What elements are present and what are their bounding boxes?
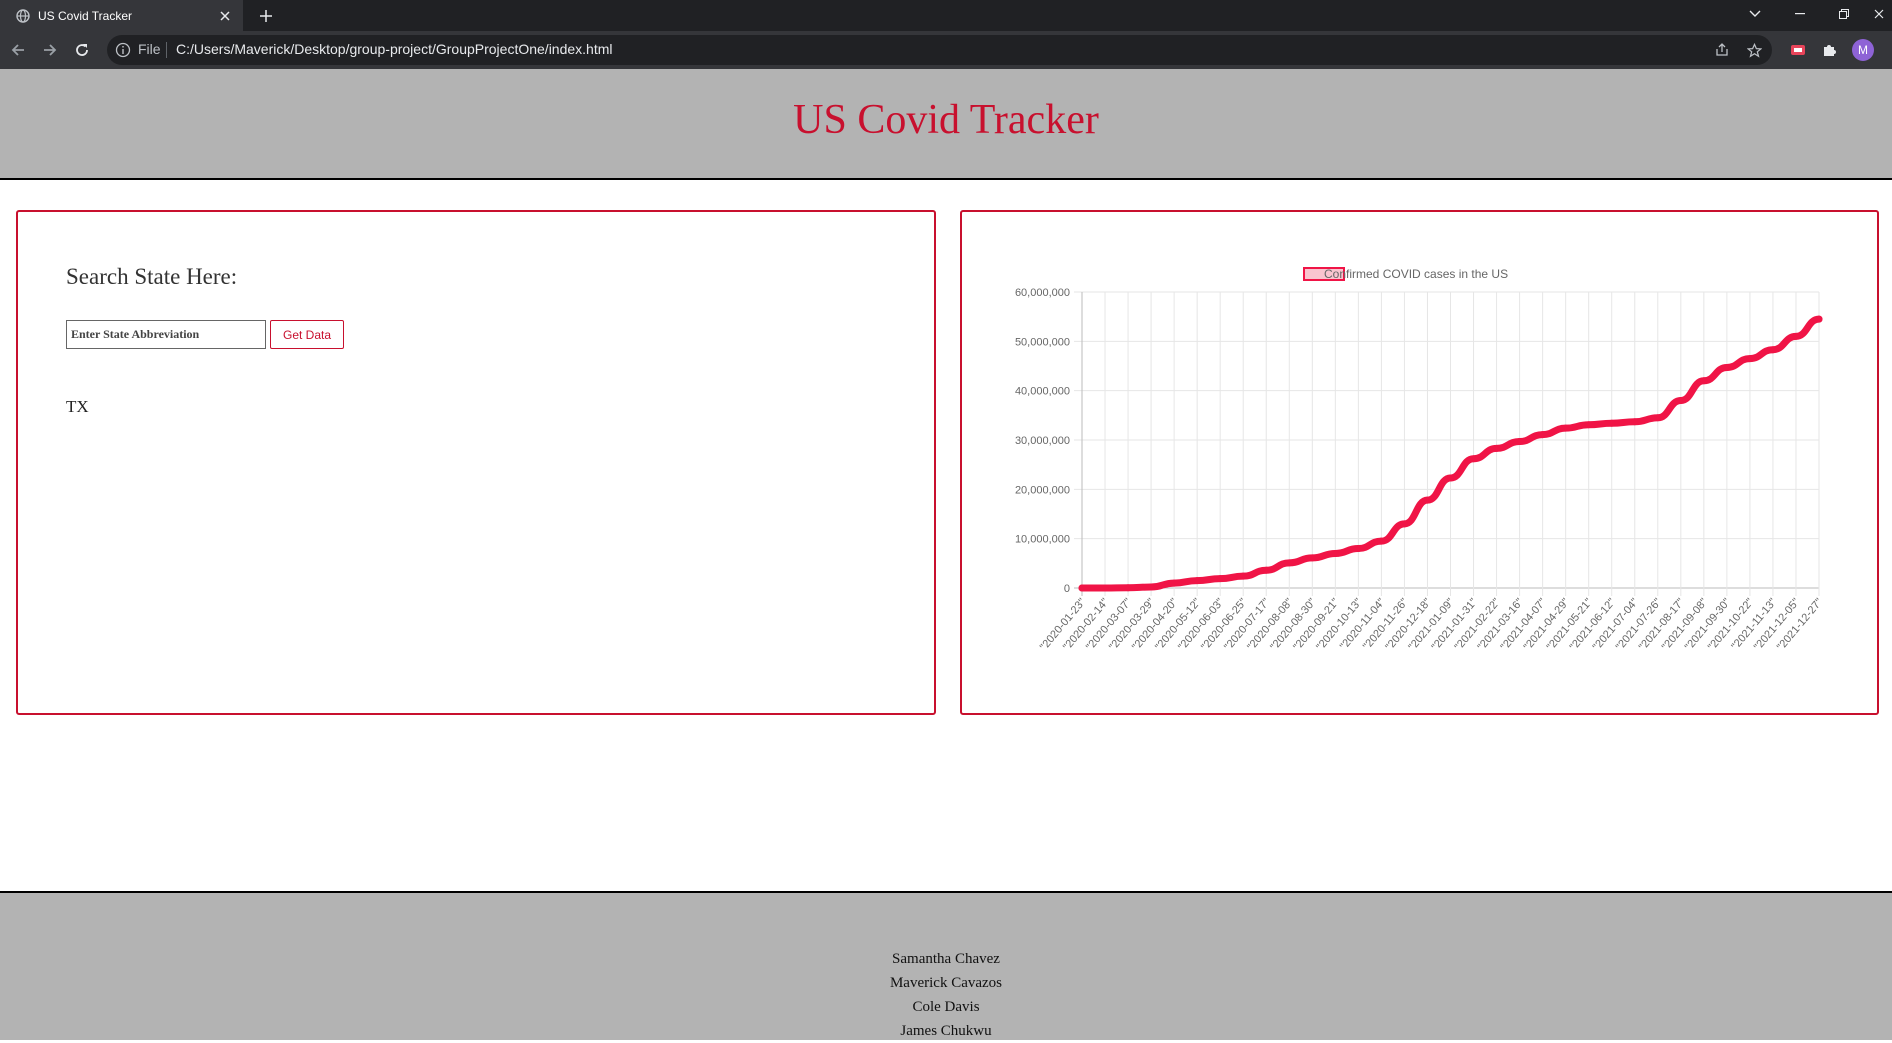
chart-grid [1074, 291, 1820, 596]
minimize-icon[interactable] [1782, 0, 1818, 28]
data-point [1147, 583, 1155, 591]
url-separator [166, 42, 167, 58]
data-point [1493, 444, 1501, 452]
credit-name: Cole Davis [912, 999, 980, 1015]
tab-title: US Covid Tracker [38, 8, 133, 23]
browser-tab-strip: US Covid Tracker [0, 0, 1892, 31]
close-tab-icon[interactable] [217, 8, 233, 24]
y-tick-label: 50,000,000 [1015, 336, 1070, 348]
data-point [1815, 315, 1823, 323]
browser-tab[interactable]: US Covid Tracker [0, 0, 243, 31]
share-icon[interactable] [1714, 42, 1730, 58]
search-label: Search State Here: [66, 264, 238, 289]
data-point [1193, 577, 1201, 585]
chart-panel: Confirmed COVID cases in the US 0 10,000,… [960, 210, 1879, 715]
y-tick-label: 60,000,000 [1015, 287, 1070, 299]
credit-name: James Chukwu [900, 1023, 992, 1039]
globe-icon [16, 8, 30, 23]
data-point [1170, 579, 1178, 587]
data-point [1377, 537, 1385, 545]
covid-cases-chart: Confirmed COVID cases in the US 0 10,000,… [1015, 267, 1825, 653]
data-point [1262, 566, 1270, 574]
data-point [1124, 584, 1132, 592]
data-point [1608, 419, 1616, 427]
data-point [1354, 545, 1362, 553]
get-data-button[interactable]: Get Data [270, 320, 344, 349]
data-point [1101, 584, 1109, 592]
page-header: US Covid Tracker [0, 69, 1892, 180]
back-arrow-icon[interactable] [6, 38, 30, 62]
address-bar[interactable]: File C:/Users/Maverick/Desktop/group-pro… [107, 35, 1772, 65]
state-input[interactable] [66, 320, 266, 349]
reload-icon[interactable] [70, 38, 94, 62]
y-tick-label: 10,000,000 [1015, 534, 1070, 546]
x-axis-ticks: "2020-01-23""2020-02-14""2020-03-07""202… [1038, 596, 1825, 653]
close-window-icon[interactable] [1866, 0, 1892, 28]
url-text[interactable]: C:/Users/Maverick/Desktop/group-project/… [176, 41, 613, 57]
data-point [1285, 559, 1293, 567]
data-point [1516, 437, 1524, 445]
data-point [1677, 397, 1685, 405]
data-point [1769, 346, 1777, 354]
forward-arrow-icon[interactable] [38, 38, 62, 62]
data-point [1585, 421, 1593, 429]
data-point [1331, 549, 1339, 557]
page-title: US Covid Tracker [793, 96, 1099, 143]
new-tab-icon[interactable] [256, 6, 276, 26]
tab-search-icon[interactable] [1737, 0, 1773, 28]
extension-icon[interactable] [1790, 42, 1806, 58]
data-point [1239, 572, 1247, 580]
data-point [1539, 431, 1547, 439]
chart-legend: Confirmed COVID cases in the US [1303, 267, 1508, 281]
extensions-puzzle-icon[interactable] [1821, 42, 1837, 58]
y-tick-label: 0 [1064, 583, 1070, 595]
data-point [1308, 554, 1316, 562]
data-point [1746, 355, 1754, 363]
data-point [1400, 520, 1408, 528]
legend-label: Confirmed COVID cases in the US [1324, 267, 1508, 281]
profile-avatar[interactable]: M [1852, 39, 1874, 61]
info-icon[interactable] [115, 42, 131, 58]
data-point [1631, 418, 1639, 426]
credit-name: Maverick Cavazos [889, 975, 1003, 991]
data-point [1216, 575, 1224, 583]
y-axis-ticks: 0 10,000,000 20,000,000 30,000,000 40,000,00… [1015, 287, 1070, 595]
data-point [1654, 414, 1662, 422]
credit-name: Samantha Chavez [892, 951, 1000, 967]
restore-icon[interactable] [1826, 0, 1862, 28]
url-scheme-label: File [138, 41, 161, 57]
browser-toolbar: File C:/Users/Maverick/Desktop/group-pro… [0, 31, 1892, 69]
data-point [1700, 377, 1708, 385]
data-point [1423, 496, 1431, 504]
data-point [1470, 455, 1478, 463]
data-point [1562, 424, 1570, 432]
data-point [1078, 584, 1086, 592]
credits-list: Samantha Chavez Maverick Cavazos Cole Davi… [0, 947, 1892, 1043]
y-tick-label: 20,000,000 [1015, 484, 1070, 496]
data-point [1447, 474, 1454, 482]
y-tick-label: 30,000,000 [1015, 435, 1070, 447]
state-result: TX [66, 397, 89, 416]
y-tick-label: 40,000,000 [1015, 386, 1070, 398]
bookmark-star-icon[interactable] [1746, 42, 1762, 58]
page-footer: Samantha Chavez Maverick Cavazos Cole Davi… [0, 891, 1892, 1040]
search-panel: Search State Here: Get Data TX [16, 210, 936, 715]
data-point [1792, 332, 1800, 340]
data-point [1723, 363, 1731, 371]
